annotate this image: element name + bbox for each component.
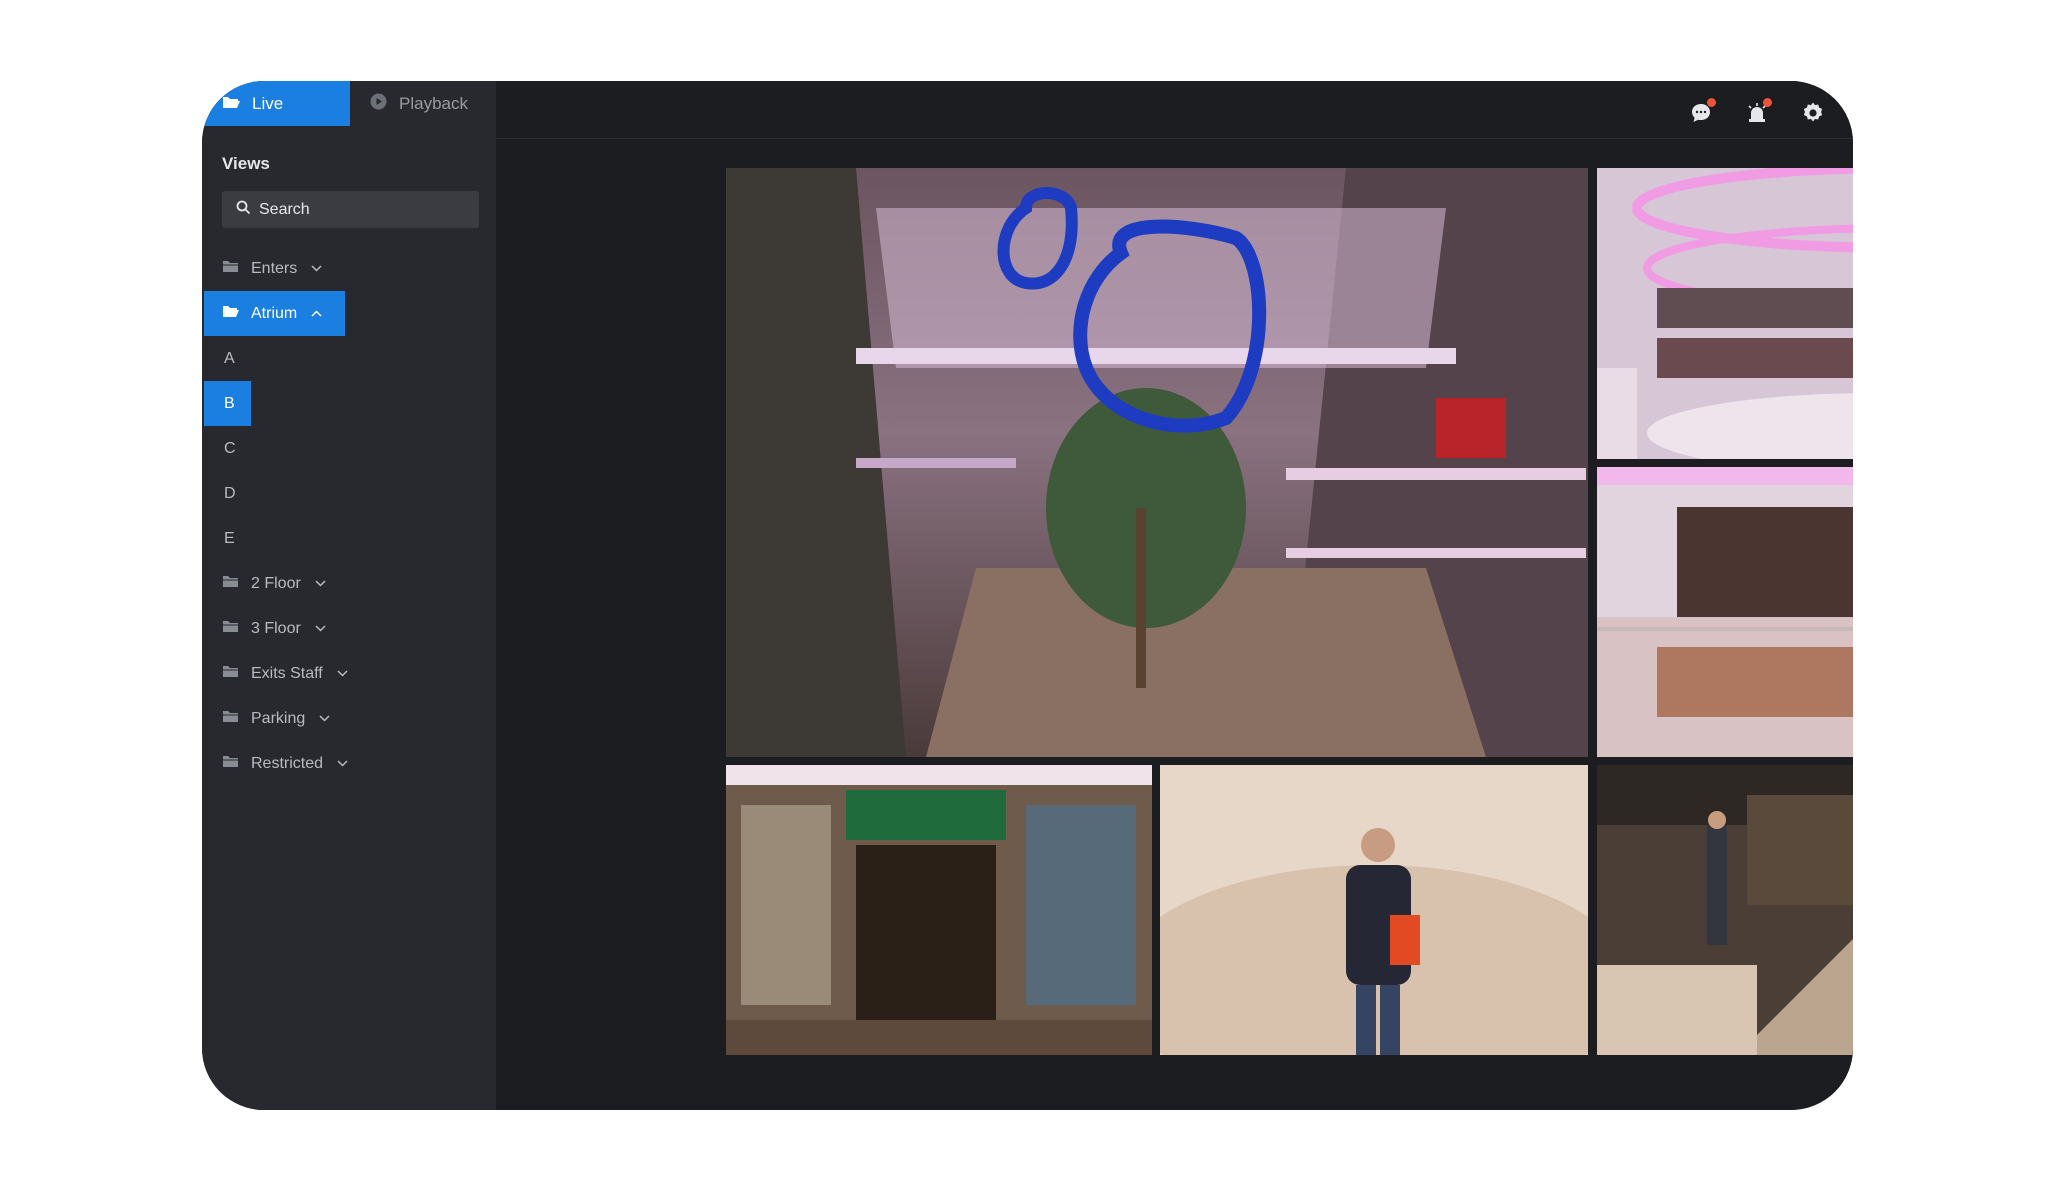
folder-icon [222,620,239,638]
notification-badge [1763,98,1772,107]
tab-playback[interactable]: Playback [350,81,496,126]
tab-playback-label: Playback [399,93,468,113]
sidebar-item-label: 2 Floor [251,574,301,592]
views-title: Views [222,154,270,173]
tab-live-label: Live [252,93,284,113]
view-item-a[interactable]: A [204,336,235,381]
camera-tile-storefront[interactable] [726,765,1152,1055]
sidebar-item-3-floor[interactable]: 3 Floor [204,606,326,651]
view-item-e[interactable]: E [204,516,235,561]
app-window: Live Playback Views Search Enters Atrium [202,81,1853,1110]
alarm-notification-icon[interactable] [1745,98,1772,125]
sidebar-item-enters[interactable]: Enters [204,246,322,291]
sidebar-item-exits-staff[interactable]: Exits Staff [204,651,348,696]
top-bar [496,81,1853,139]
chevron-down-icon [315,580,326,587]
sidebar-item-parking[interactable]: Parking [204,696,330,741]
search-placeholder: Search [259,200,310,218]
sidebar-item-label: 3 Floor [251,619,301,637]
folder-icon [222,575,239,593]
chevron-down-icon [311,265,322,272]
chevron-up-icon [311,310,322,317]
camera-feed-image [1597,168,1853,459]
camera-feed-image [1597,467,1853,757]
sidebar: Live Playback Views Search Enters Atrium [202,81,496,1110]
sidebar-item-label: Parking [251,709,306,727]
sidebar-item-2-floor[interactable]: 2 Floor [204,561,326,606]
camera-tile-main-atrium[interactable] [726,168,1588,757]
chevron-down-icon [337,670,348,677]
chevron-down-icon [319,715,330,722]
view-item-d[interactable]: D [204,471,236,516]
search-input[interactable]: Search [222,191,479,228]
view-item-b[interactable]: B [204,381,251,426]
folder-open-icon [222,94,240,114]
camera-feed-image [726,168,1588,757]
sidebar-item-atrium[interactable]: Atrium [204,291,345,336]
camera-feed-image [1160,765,1588,1055]
camera-tile-railing[interactable] [1597,765,1853,1055]
camera-tile-person[interactable] [1160,765,1588,1055]
camera-tile-upper-rings[interactable] [1597,168,1853,459]
folder-icon [222,260,239,278]
sidebar-item-label: Exits Staff [251,664,323,682]
search-icon [236,200,251,220]
chat-notification-icon[interactable] [1689,98,1716,125]
tab-live[interactable]: Live [202,81,350,126]
play-icon [370,93,387,115]
folder-icon [222,665,239,683]
camera-feed-image [726,765,1152,1055]
gear-icon[interactable] [1801,101,1825,125]
folder-open-icon [222,305,239,323]
camera-feed-image [1597,765,1853,1055]
sidebar-item-label: Atrium [251,304,298,322]
main-area [496,81,1853,1110]
sidebar-item-label: Restricted [251,754,324,772]
notification-badge [1707,98,1716,107]
folder-icon [222,710,239,728]
folder-icon [222,755,239,773]
chevron-down-icon [337,760,348,767]
view-item-c[interactable]: C [204,426,236,471]
sidebar-item-label: Enters [251,259,298,277]
sidebar-item-restricted[interactable]: Restricted [204,741,348,786]
camera-tile-cafe[interactable] [1597,467,1853,757]
chevron-down-icon [315,625,326,632]
